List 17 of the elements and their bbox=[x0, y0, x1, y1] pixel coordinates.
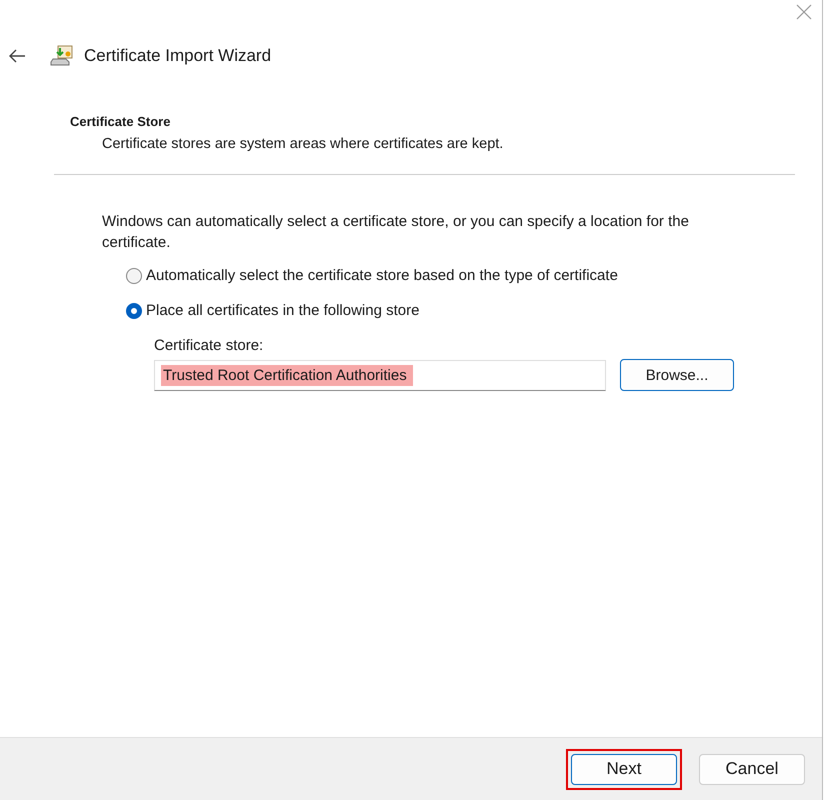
option-label: Automatically select the certificate store based on the type of certificate bbox=[146, 267, 618, 284]
option-label: Place all certificates in the following store bbox=[146, 302, 420, 319]
dialog-button[interactable]: Next bbox=[571, 754, 677, 784]
radio-button[interactable] bbox=[126, 302, 142, 318]
radio-button[interactable] bbox=[126, 268, 142, 284]
section-description: Certificate stores are system areas where certificates are kept. bbox=[101, 135, 504, 152]
section-title: Certificate Store bbox=[70, 114, 172, 129]
close-icon[interactable] bbox=[796, 4, 812, 20]
field-value: Trusted Root Certification Authorities bbox=[161, 364, 413, 386]
back-arrow-icon[interactable] bbox=[8, 49, 26, 63]
intro-text: Windows can automatically select a certificate store, or you can specify a location for the certificate. bbox=[102, 212, 690, 253]
window-title: Certificate Import Wizard bbox=[84, 46, 272, 66]
certificate-icon bbox=[50, 44, 74, 68]
field-label: Certificate store: bbox=[154, 337, 264, 354]
dialog-button[interactable]: Cancel bbox=[699, 754, 805, 784]
certificate-store-field[interactable]: Trusted Root Certification Authorities bbox=[154, 360, 606, 390]
browse-button[interactable]: Browse... bbox=[620, 359, 734, 391]
